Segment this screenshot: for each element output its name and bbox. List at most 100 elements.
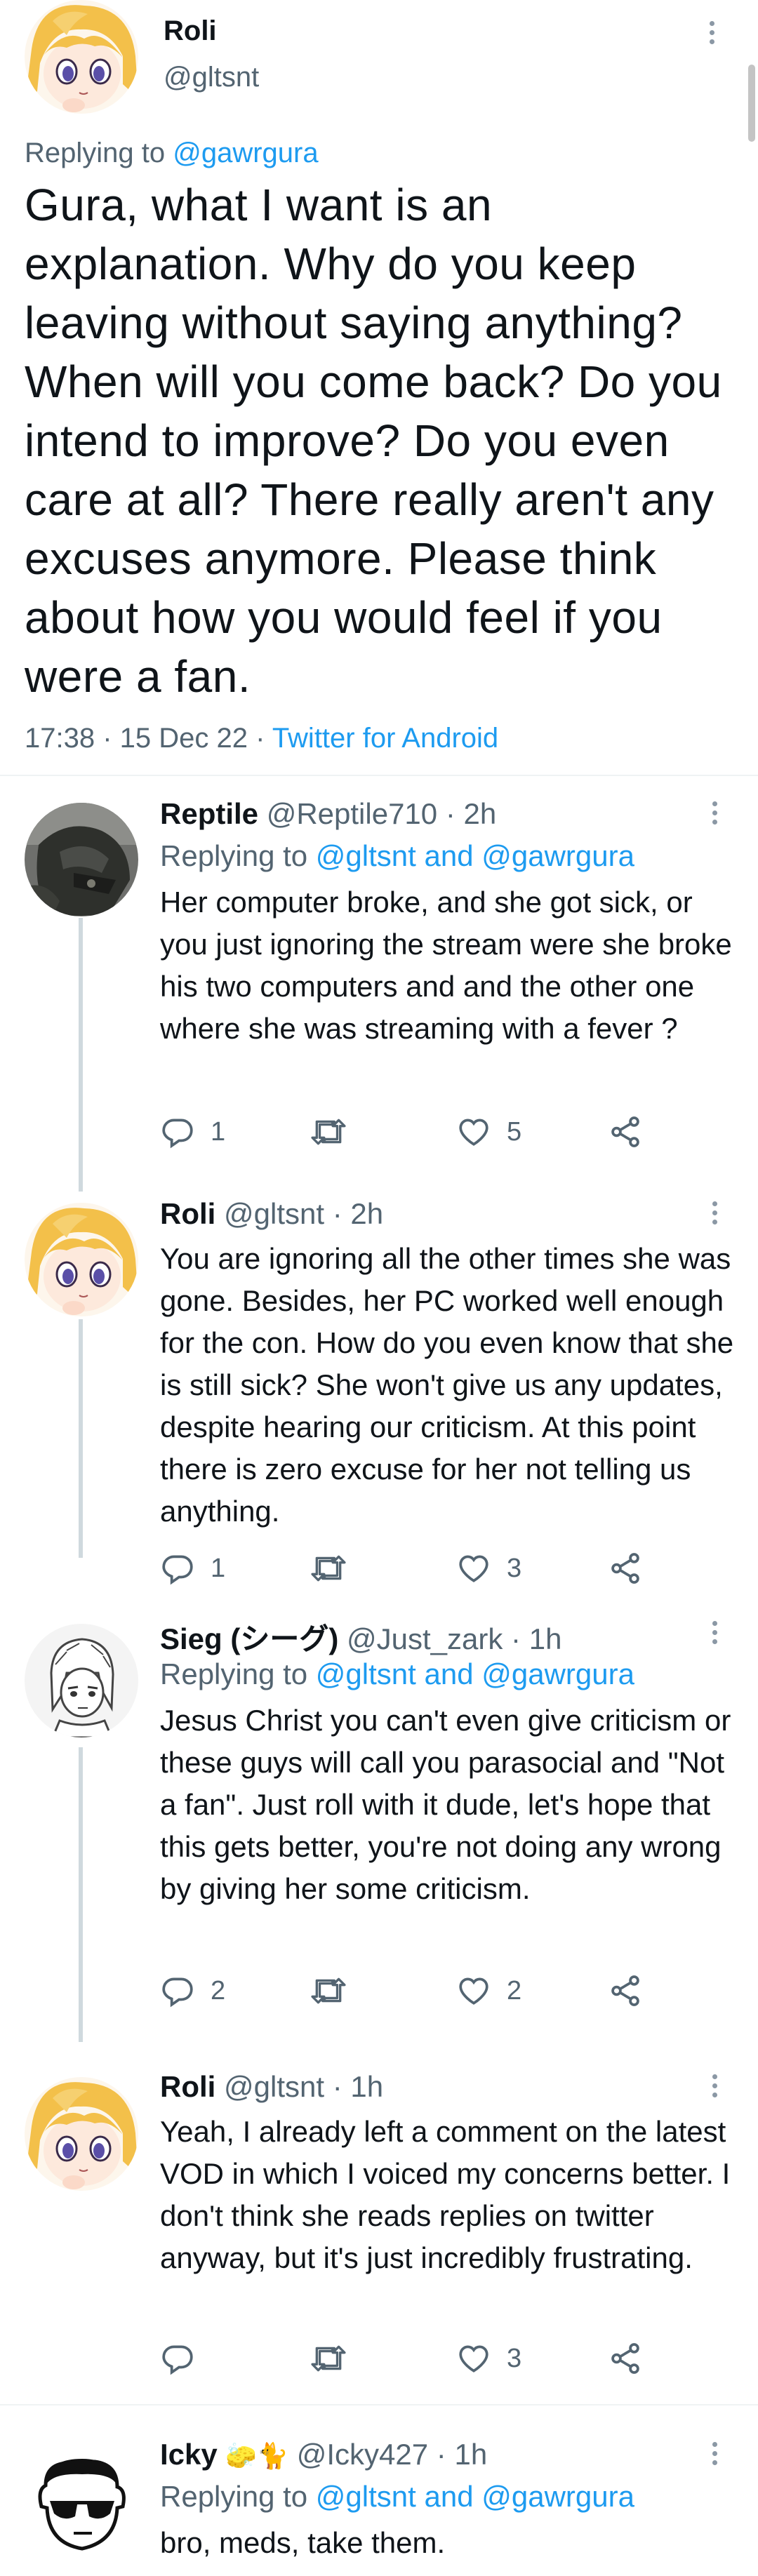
anime-girl-avatar-image [25, 2077, 138, 2191]
like-icon [459, 2345, 488, 2373]
name-emoji: 🧽🐈 [225, 2441, 289, 2470]
action-bar: 1 5 [160, 1114, 651, 1156]
action-bar: 1 3 [160, 1551, 651, 1593]
like-count: 3 [507, 1553, 522, 1583]
author-name[interactable]: Roli [160, 1197, 215, 1230]
replying-to-link[interactable]: @gltsnt and @gawrgura [316, 1657, 634, 1690]
reply-text: Yeah, I already left a comment on the la… [160, 2115, 731, 2274]
reply-text: Jesus Christ you can't even give critici… [160, 1704, 731, 1905]
more-icon[interactable] [710, 1621, 719, 1644]
retweet-icon [311, 1119, 346, 1145]
author-name[interactable]: Reptile [160, 797, 258, 830]
author-name[interactable]: Roli [160, 2070, 215, 2103]
like-button[interactable]: 3 [456, 2341, 521, 2376]
reply-tweet[interactable]: Roli @gltsnt · 2h You are ignoring all t… [0, 1169, 758, 1590]
share-icon [611, 1975, 639, 2006]
action-bar: 3 [160, 2341, 651, 2383]
reply-count: 1 [211, 1116, 226, 1147]
author-handle[interactable]: @Icky427 · 1h [297, 2438, 487, 2471]
more-icon[interactable] [710, 1201, 719, 1224]
reply-button[interactable]: 2 [160, 1973, 225, 2008]
replying-to-prefix: Replying to [160, 839, 316, 872]
replying-to: Replying to @gltsnt and @gawrgura [160, 839, 634, 873]
reply-tweet[interactable]: Icky 🧽🐈 @Icky427 · 1h Replying to @gltsn… [0, 2405, 758, 2576]
tweet-timestamp[interactable]: 17:38 · 15 Dec 22 · [25, 723, 272, 754]
share-button[interactable] [608, 2341, 643, 2376]
like-button[interactable]: 3 [456, 1551, 521, 1586]
avatar[interactable] [25, 2443, 138, 2557]
tweet-source-link[interactable]: Twitter for Android [272, 723, 498, 754]
like-icon [459, 1119, 488, 1146]
more-icon[interactable] [707, 21, 716, 44]
armored-figure-avatar-image [25, 803, 138, 916]
retweet-button[interactable] [309, 2341, 348, 2376]
avatar[interactable] [25, 0, 138, 114]
author-handle[interactable]: @gltsnt [164, 62, 259, 93]
share-button[interactable] [608, 1973, 643, 2008]
replying-to-prefix: Replying to [160, 1657, 316, 1690]
like-count: 2 [507, 1975, 522, 2006]
share-icon [611, 1116, 639, 1147]
author-handle[interactable]: @Reptile710 · 2h [267, 797, 497, 830]
avatar[interactable] [25, 2077, 138, 2191]
reply-tweet[interactable]: Sieg (シーグ) @Just_zark · 1h Replying to @… [0, 1590, 758, 2032]
retweet-icon [311, 1977, 346, 2004]
more-icon[interactable] [710, 801, 719, 825]
author-name[interactable]: Icky [160, 2438, 218, 2471]
retweet-icon [311, 2345, 346, 2372]
reply-text: bro, meds, take them. [160, 2526, 446, 2559]
reply-header: Reptile @Reptile710 · 2h [160, 797, 496, 831]
replying-to-prefix: Replying to [25, 138, 173, 168]
share-button[interactable] [608, 1551, 643, 1586]
share-button[interactable] [608, 1114, 643, 1149]
replying-to-link[interactable]: @gltsnt and @gawrgura [316, 839, 634, 872]
share-icon [611, 2343, 639, 2374]
reply-button[interactable] [160, 2341, 211, 2376]
like-count: 5 [507, 1116, 522, 1147]
author-handle[interactable]: @gltsnt · 1h [224, 2070, 383, 2103]
like-button[interactable]: 5 [456, 1114, 521, 1149]
retweet-button[interactable] [309, 1551, 348, 1586]
like-button[interactable]: 2 [456, 1973, 521, 2008]
reply-header: Roli @gltsnt · 1h [160, 2070, 383, 2104]
author-handle[interactable]: @Just_zark · 1h [347, 1622, 561, 1655]
tweet-meta: 17:38 · 15 Dec 22 · Twitter for Android [25, 723, 498, 754]
sketch-character-avatar-image [25, 1624, 138, 1737]
retweet-button[interactable] [309, 1114, 348, 1149]
reply-tweet[interactable]: Roli @gltsnt · 1h Yeah, I already left a… [0, 2032, 758, 2404]
tweet-text: Gura, what I want is an explanation. Why… [25, 180, 722, 702]
author-handle[interactable]: @gltsnt · 2h [224, 1197, 383, 1230]
more-icon[interactable] [710, 2442, 719, 2465]
action-bar: 2 2 [160, 1973, 651, 2015]
replying-to-prefix: Replying to [160, 2480, 316, 2513]
scrollbar-thumb[interactable] [748, 65, 755, 142]
author-name[interactable]: Roli [164, 15, 217, 47]
replying-to-link[interactable]: @gawrgura [173, 138, 318, 168]
like-icon [459, 1977, 488, 2005]
reply-count: 1 [211, 1553, 226, 1583]
avatar[interactable] [25, 1624, 138, 1737]
replying-to: Replying to @gltsnt and @gawrgura [160, 2480, 634, 2514]
reply-button[interactable]: 1 [160, 1114, 225, 1149]
retweet-button[interactable] [309, 1973, 348, 2008]
reply-tweet[interactable]: Reptile @Reptile710 · 2h Replying to @gl… [0, 776, 758, 1169]
reply-icon [162, 1555, 193, 1585]
reply-header: Icky 🧽🐈 @Icky427 · 1h [160, 2438, 487, 2471]
retweet-icon [311, 1555, 346, 1582]
reply-button[interactable]: 1 [160, 1551, 225, 1586]
author-name[interactable]: Sieg (シーグ) [160, 1622, 338, 1655]
sunglasses-face-avatar-image [25, 2443, 138, 2557]
avatar[interactable] [25, 803, 138, 916]
replying-to: Replying to @gltsnt and @gawrgura [160, 1657, 634, 1691]
reply-icon [162, 1977, 193, 2008]
like-icon [459, 1555, 488, 1582]
avatar[interactable] [25, 1203, 138, 1316]
like-count: 3 [507, 2343, 522, 2373]
reply-header: Sieg (シーグ) @Just_zark · 1h [160, 1615, 561, 1658]
replying-to: Replying to @gawrgura [25, 138, 319, 169]
reply-count: 2 [211, 1975, 226, 2006]
reply-header: Roli @gltsnt · 2h [160, 1197, 383, 1231]
replying-to-link[interactable]: @gltsnt and @gawrgura [316, 2480, 634, 2513]
reply-text: Her computer broke, and she got sick, or… [160, 886, 732, 1045]
more-icon[interactable] [710, 2074, 719, 2097]
